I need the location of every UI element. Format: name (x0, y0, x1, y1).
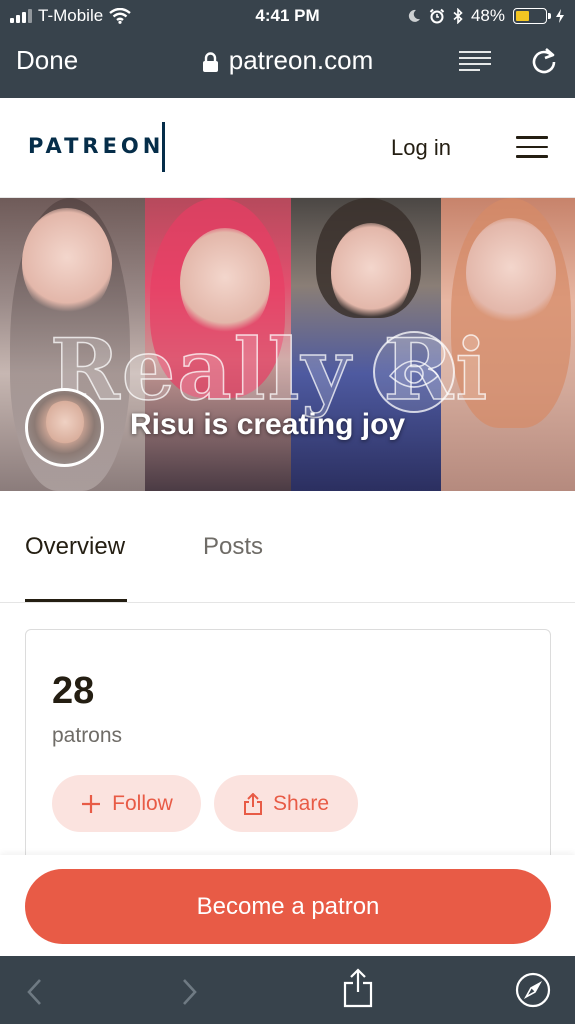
forward-icon[interactable] (182, 978, 198, 1006)
url-text: patreon.com (228, 45, 374, 75)
stats-card: 28 patrons Follow Share (25, 629, 551, 889)
reader-view-icon[interactable] (458, 50, 492, 72)
profile-tabs: Overview Posts (0, 491, 575, 603)
tab-posts[interactable]: Posts (203, 533, 263, 561)
creator-avatar[interactable] (25, 388, 104, 467)
battery-icon (513, 8, 551, 24)
patron-label: patrons (52, 724, 123, 747)
moon-icon (408, 9, 420, 22)
follow-label: Follow (112, 791, 173, 815)
charging-icon (556, 9, 564, 23)
cta-bar: Become a patron (0, 855, 575, 956)
share-label: Share (272, 791, 330, 815)
logo-divider (162, 122, 165, 172)
browser-bottom-toolbar (0, 956, 575, 1024)
become-patron-button[interactable]: Become a patron (25, 869, 551, 944)
back-icon[interactable] (26, 978, 42, 1006)
status-bar: T-Mobile 4:41 PM 48% (0, 0, 575, 34)
site-header: PATREON Log in (0, 98, 575, 198)
active-tab-indicator (25, 599, 127, 602)
follow-button[interactable]: Follow (52, 775, 201, 832)
battery-percent: 48% (470, 6, 505, 25)
share-button[interactable]: Share (214, 775, 358, 832)
browser-top-bar: Done patreon.com (0, 34, 575, 98)
tab-overview[interactable]: Overview (25, 533, 125, 561)
watermark-logo (373, 331, 455, 413)
plus-icon (82, 794, 101, 813)
reload-icon[interactable] (530, 46, 558, 74)
creator-title: Risu is creating joy (130, 408, 406, 441)
share-icon[interactable] (343, 968, 373, 1008)
hamburger-menu-icon[interactable] (516, 136, 548, 158)
status-right: 48% (407, 6, 565, 26)
battery-level (516, 11, 530, 21)
lock-icon (202, 51, 218, 72)
alarm-icon (429, 8, 445, 24)
cover-banner: Really Ri Risu is creating joy (0, 198, 575, 491)
patron-count: 28 (52, 670, 95, 712)
login-link[interactable]: Log in (391, 135, 451, 161)
patreon-logo[interactable]: PATREON (28, 134, 164, 158)
compass-icon[interactable] (515, 972, 551, 1008)
share-icon (243, 792, 262, 815)
bluetooth-icon (453, 8, 463, 24)
